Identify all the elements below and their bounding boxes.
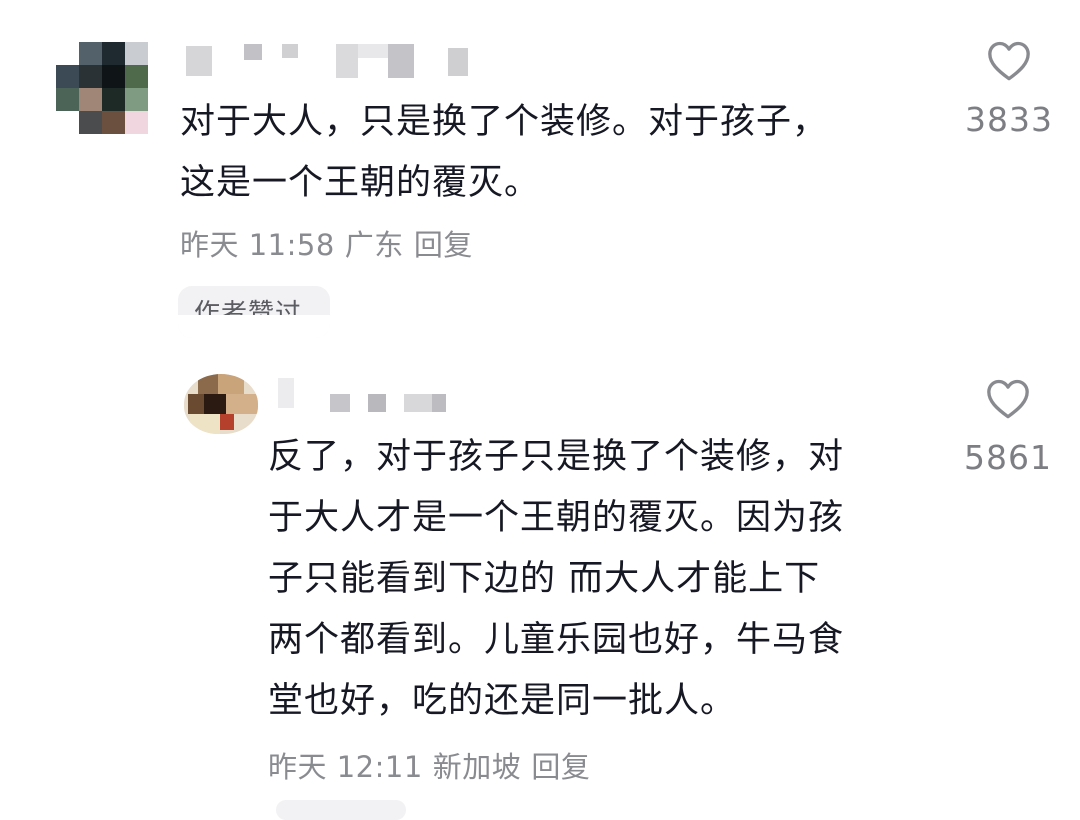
comment-text: 对于大人，只是换了个装修。对于孩子， 这是一个王朝的覆灭。 [180, 92, 920, 214]
like-control[interactable]: 5861 [953, 374, 1063, 477]
heart-outline-icon[interactable] [984, 36, 1034, 86]
comment-meta: 昨天 12:11 新加坡 回复 [268, 744, 600, 786]
comment-item: 对于大人，只是换了个装修。对于孩子， 这是一个王朝的覆灭。 昨天 11:58 广东回… [0, 0, 1080, 350]
username-blurred[interactable] [186, 44, 476, 78]
comment-text-line: 子只能看到下边的 而大人才能上下 [268, 559, 821, 599]
comment-text-line: 这是一个王朝的覆灭。 [180, 163, 541, 203]
comment-text-line: 堂也好，吃的还是同一批人。 [268, 681, 737, 721]
comment-text-line: 对于大人，只是换了个装修。对于孩子， [180, 102, 829, 142]
comment-text: 反了，对于孩子只是换了个装修，对 于大人才是一个王朝的覆灭。因为孩 子只能看到下边的… [268, 427, 928, 732]
like-count: 5861 [964, 438, 1052, 477]
heart-outline-icon[interactable] [983, 374, 1033, 424]
comment-text-line: 于大人才是一个王朝的覆灭。因为孩 [268, 498, 845, 538]
author-liked-label: 作者赞过 [194, 299, 303, 329]
like-control[interactable]: 3833 [954, 36, 1064, 139]
reply-button[interactable]: 回复 [531, 750, 590, 784]
comment-text-line: 两个都看到。儿童乐园也好，牛马食 [268, 620, 845, 660]
avatar[interactable] [56, 42, 148, 134]
badge-partial [276, 800, 406, 820]
author-liked-badge: 作者赞过 [178, 286, 330, 338]
comment-text-line: 反了，对于孩子只是换了个装修，对 [268, 437, 845, 477]
comment-time: 昨天 12:11 [268, 750, 423, 784]
like-count: 3833 [965, 100, 1053, 139]
comment-location: 广东 [344, 228, 404, 262]
comment-location: 新加坡 [432, 750, 522, 784]
reply-button[interactable]: 回复 [414, 228, 473, 262]
avatar[interactable] [184, 374, 258, 434]
comment-time: 昨天 11:58 [180, 228, 335, 262]
comment-meta: 昨天 11:58 广东 回复 [180, 222, 483, 264]
username-blurred[interactable] [268, 378, 488, 412]
